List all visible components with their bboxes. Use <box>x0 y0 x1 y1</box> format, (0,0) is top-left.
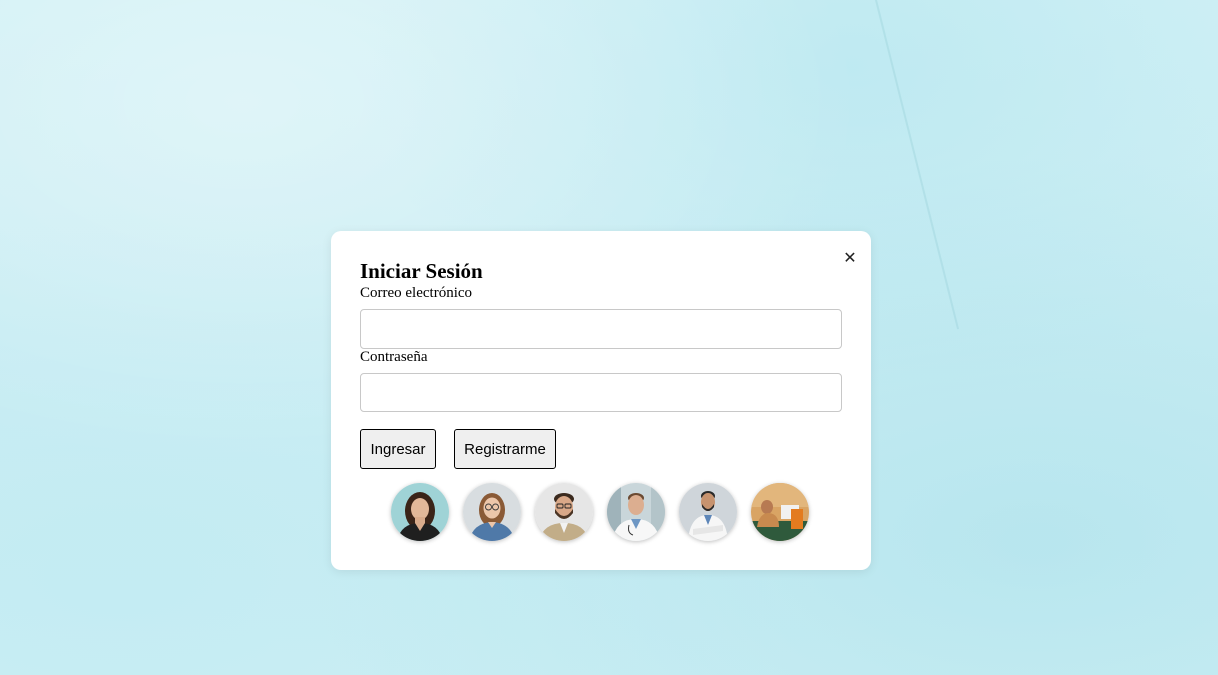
email-label: Correo electrónico <box>360 285 473 301</box>
person-workspace-avatar[interactable] <box>751 483 809 541</box>
doctor-portrait-avatar[interactable] <box>607 483 665 541</box>
avatar-row <box>391 483 811 541</box>
password-field[interactable] <box>360 373 842 412</box>
register-button[interactable]: Registrarme <box>454 429 556 469</box>
login-button[interactable]: Ingresar <box>360 429 436 469</box>
close-icon[interactable]: ✕ <box>842 249 858 267</box>
man-bearded-portrait-avatar[interactable] <box>535 483 593 541</box>
email-field[interactable] <box>360 309 842 349</box>
woman-portrait-avatar[interactable] <box>391 483 449 541</box>
login-modal: ✕ Iniciar Sesión Correo electrónico Cont… <box>331 231 871 570</box>
modal-title: Iniciar Sesión <box>360 259 483 283</box>
background-streak <box>870 0 960 330</box>
woman-glasses-portrait-avatar[interactable] <box>463 483 521 541</box>
password-label: Contraseña <box>360 349 428 365</box>
doctor-arms-crossed-avatar[interactable] <box>679 483 737 541</box>
